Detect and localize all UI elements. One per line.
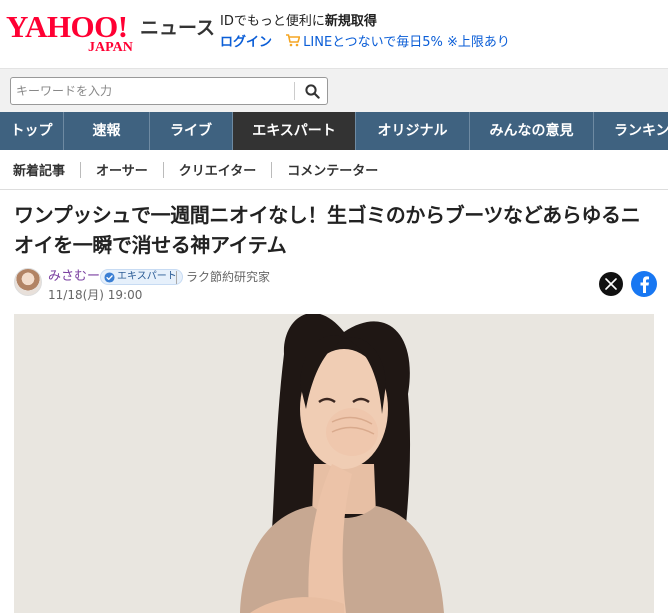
line-link[interactable]: LINEとつないで毎日5% ※上限あり [286,34,510,50]
author-avatar[interactable] [14,268,42,296]
site-header: YAHOO! JAPAN ニュース IDでもっと便利に新規取得 ログイン LIN… [0,0,668,68]
new-registration-link[interactable]: 新規取得 [325,14,377,29]
nav-original[interactable]: オリジナル [356,112,470,150]
verified-check-icon [104,271,115,283]
share-facebook-button[interactable] [631,271,657,297]
search-input[interactable] [11,78,291,104]
facebook-icon [640,276,649,293]
subnav-divider [271,161,273,178]
main-nav: トップ 速報 ライブ エキスパート オリジナル みんなの意見 ランキン [0,112,668,150]
expert-badge: エキスパート [100,269,183,285]
publish-date: 11/18(月) 19:00 [48,288,143,302]
nav-live[interactable]: ライブ [150,112,233,150]
sub-nav: 新着記事 オーサー クリエイター コメンテーター [0,150,668,190]
search-icon [304,83,320,99]
search-button[interactable] [296,78,328,104]
subnav-authors[interactable]: オーサー [96,160,148,179]
id-message-prefix: IDでもっと便利に [220,14,325,29]
logo-sub-text: JAPAN [88,40,133,55]
nav-top[interactable]: トップ [0,112,64,150]
yahoo-japan-logo[interactable]: YAHOO! JAPAN [6,10,136,56]
author-organization: ラク節約研究家 [186,270,271,284]
header-links: ログイン LINEとつないで毎日5% ※上限あり [220,34,510,52]
nav-ranking[interactable]: ランキン [594,112,668,150]
subnav-new-articles[interactable]: 新着記事 [13,160,65,179]
article-title: ワンプッシュで一週間ニオイなし！生ゴミのからブーツなどあらゆるニオイを一瞬で消せ… [14,203,641,257]
byline-divider [176,271,177,284]
search-box [10,77,328,105]
subnav-creators[interactable]: クリエイター [179,160,256,179]
id-message: IDでもっと便利に新規取得 [220,13,377,31]
article-photo [14,314,654,613]
subnav-commentators[interactable]: コメンテーター [287,160,378,179]
woman-covering-nose-illustration [14,314,654,613]
x-icon [605,278,617,290]
login-link[interactable]: ログイン [220,35,272,50]
nav-opinions[interactable]: みんなの意見 [470,112,594,150]
article-byline: みさむー エキスパート ラク節約研究家 11/18(月) 19:00 [14,266,657,306]
site-name[interactable]: ニュース [140,17,215,39]
subnav-divider [80,161,82,178]
nav-expert[interactable]: エキスパート [233,112,356,150]
share-x-button[interactable] [599,272,623,296]
nav-breaking[interactable]: 速報 [64,112,150,150]
line-link-text: LINEとつないで毎日5% ※上限あり [303,35,510,50]
logo-text: YAHOO! [6,9,128,44]
subnav-divider [162,161,164,178]
expert-badge-label: エキスパート [117,271,177,282]
author-name[interactable]: みさむー [48,269,100,285]
search-bar [0,68,668,112]
search-divider [294,82,295,100]
cart-icon [286,34,301,47]
